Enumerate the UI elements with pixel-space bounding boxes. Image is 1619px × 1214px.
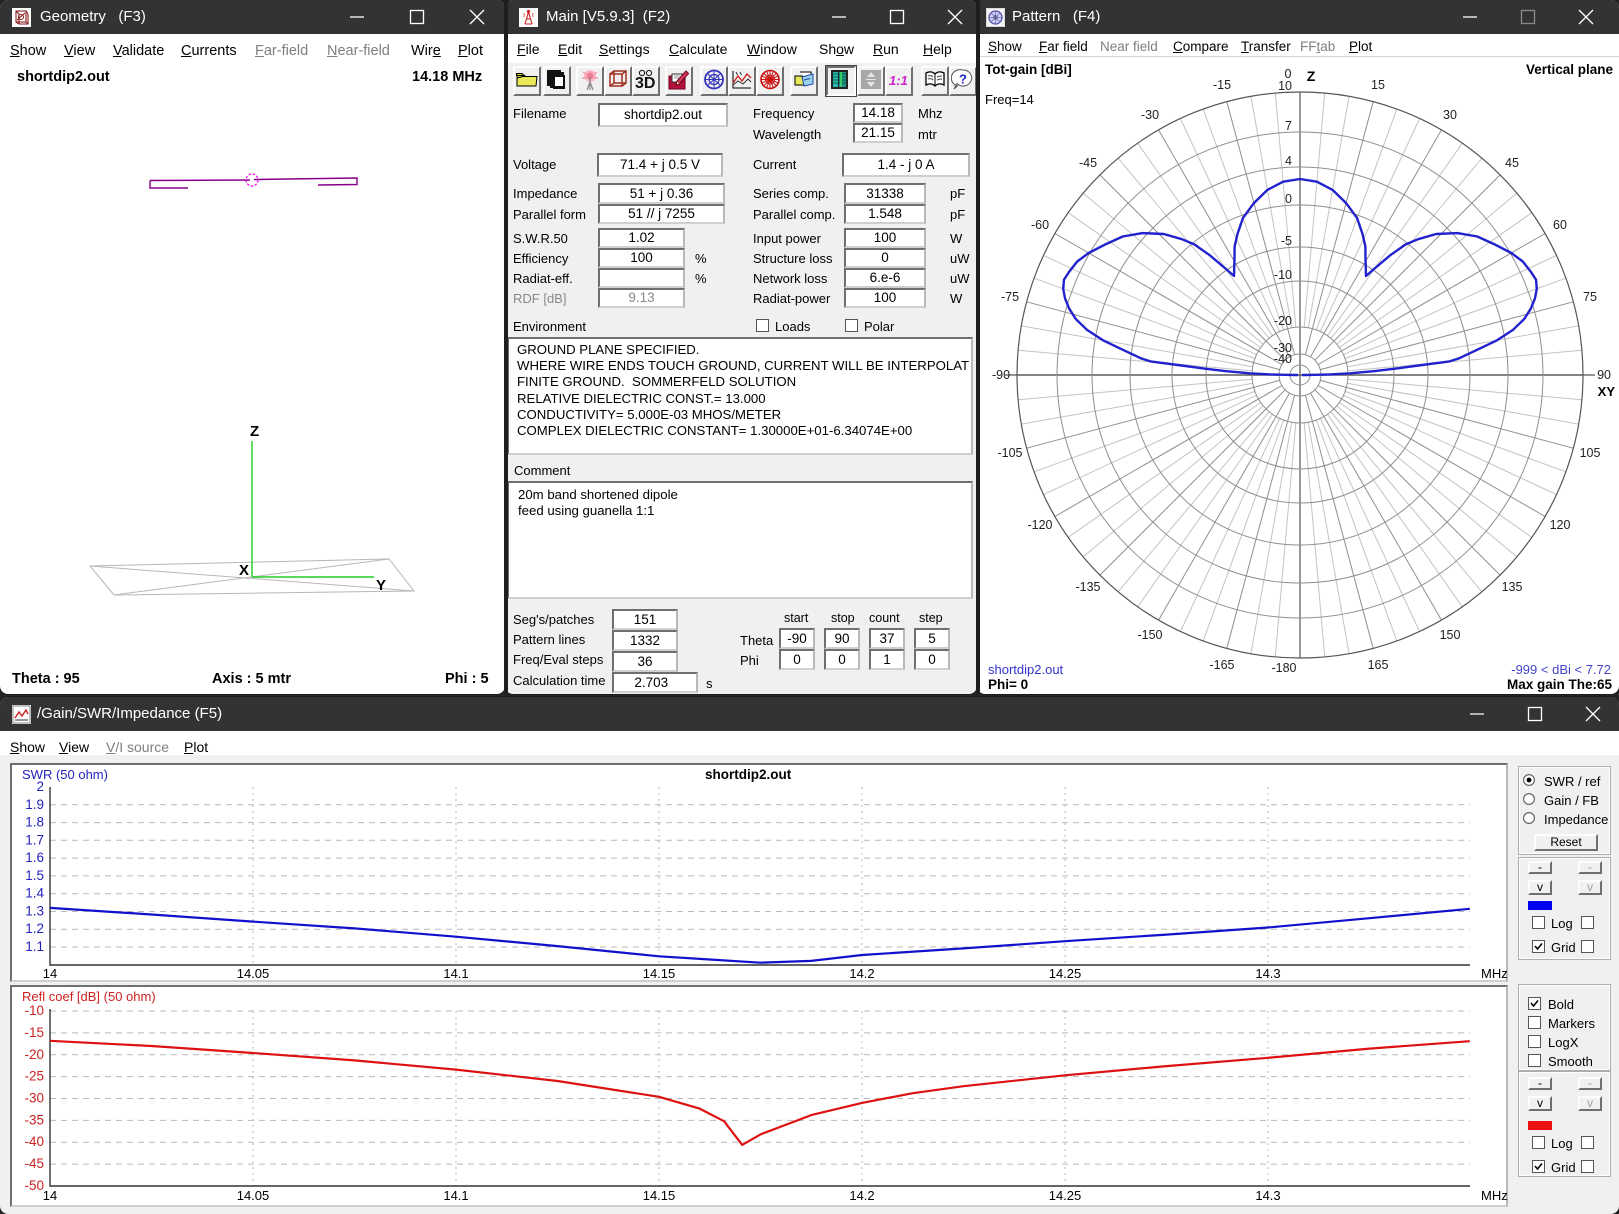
svg-text:MHz: MHz: [1481, 966, 1508, 981]
svg-text:-20: -20: [1274, 314, 1292, 328]
svg-text:-25: -25: [24, 1069, 44, 1084]
svg-text:14: 14: [43, 966, 57, 981]
svg-text:-20: -20: [24, 1047, 44, 1062]
svg-text:-165: -165: [1209, 658, 1234, 672]
svg-text:MHz: MHz: [1481, 1188, 1508, 1203]
svg-text:-50: -50: [24, 1178, 44, 1193]
svg-text:-90: -90: [992, 368, 1010, 382]
svg-text:165: 165: [1368, 658, 1389, 672]
svg-text:4: 4: [1285, 154, 1292, 168]
svg-text:14.15: 14.15: [643, 1188, 676, 1203]
svg-text:1.7: 1.7: [25, 832, 44, 847]
svg-text:150: 150: [1440, 628, 1461, 642]
svg-text:10: 10: [1278, 79, 1292, 93]
svg-text:7: 7: [1285, 119, 1292, 133]
svg-text:-40: -40: [1274, 352, 1292, 366]
svg-text:14.05: 14.05: [237, 1188, 270, 1203]
svg-text:14.25: 14.25: [1049, 1188, 1082, 1203]
svg-text:135: 135: [1502, 580, 1523, 594]
svg-text:Z: Z: [1307, 68, 1316, 84]
svg-text:1.4: 1.4: [25, 886, 44, 901]
svg-text:14.25: 14.25: [1049, 966, 1082, 981]
svg-text:Z: Z: [250, 423, 259, 440]
svg-text:?: ?: [959, 72, 967, 87]
svg-text:-40: -40: [24, 1134, 44, 1149]
svg-text:-45: -45: [1079, 156, 1097, 170]
svg-text:1.3: 1.3: [25, 904, 44, 919]
svg-text:-15: -15: [24, 1025, 44, 1040]
svg-text:14: 14: [43, 1188, 57, 1203]
svg-text:-5: -5: [1281, 234, 1292, 248]
svg-text:1.1: 1.1: [25, 939, 44, 954]
svg-text:14.15: 14.15: [643, 966, 676, 981]
svg-text:14.1: 14.1: [443, 1188, 468, 1203]
svg-text:30: 30: [1443, 108, 1457, 122]
svg-text:15: 15: [1371, 78, 1385, 92]
svg-text:1.6: 1.6: [25, 850, 44, 865]
svg-text:14.3: 14.3: [1255, 1188, 1280, 1203]
svg-text:14.2: 14.2: [849, 966, 874, 981]
svg-text:0: 0: [1285, 67, 1292, 81]
svg-text:-15: -15: [1213, 78, 1231, 92]
svg-text:105: 105: [1580, 446, 1601, 460]
svg-text:14.3: 14.3: [1255, 966, 1280, 981]
svg-text:-45: -45: [24, 1156, 44, 1171]
svg-text:1.2: 1.2: [25, 921, 44, 936]
svg-text:1.9: 1.9: [25, 797, 44, 812]
svg-text:-10: -10: [24, 1003, 44, 1018]
svg-text:60: 60: [1553, 218, 1567, 232]
svg-text:-10: -10: [1274, 268, 1292, 282]
svg-text:14.05: 14.05: [237, 966, 270, 981]
svg-text:90: 90: [1597, 368, 1611, 382]
svg-text:1:1: 1:1: [889, 73, 908, 88]
svg-text:14.2: 14.2: [849, 1188, 874, 1203]
svg-text:XY: XY: [1598, 384, 1616, 399]
svg-text:-75: -75: [1001, 290, 1019, 304]
svg-text:-180: -180: [1271, 661, 1296, 675]
svg-text:1.8: 1.8: [25, 815, 44, 830]
svg-text:0: 0: [1285, 192, 1292, 206]
svg-text:3D: 3D: [635, 75, 655, 92]
svg-text:-30: -30: [1141, 108, 1159, 122]
svg-text:-120: -120: [1027, 518, 1052, 532]
svg-text:-60: -60: [1031, 218, 1049, 232]
svg-text:-150: -150: [1137, 628, 1162, 642]
svg-text:120: 120: [1550, 518, 1571, 532]
svg-text:14.1: 14.1: [443, 966, 468, 981]
svg-text:-30: -30: [24, 1091, 44, 1106]
svg-text:X: X: [239, 562, 249, 579]
svg-text:45: 45: [1505, 156, 1519, 170]
svg-text:75: 75: [1583, 290, 1597, 304]
svg-text:Y: Y: [376, 577, 386, 594]
svg-text:-135: -135: [1075, 580, 1100, 594]
svg-text:1.5: 1.5: [25, 868, 44, 883]
svg-text:-35: -35: [24, 1112, 44, 1127]
svg-text:-105: -105: [997, 446, 1022, 460]
